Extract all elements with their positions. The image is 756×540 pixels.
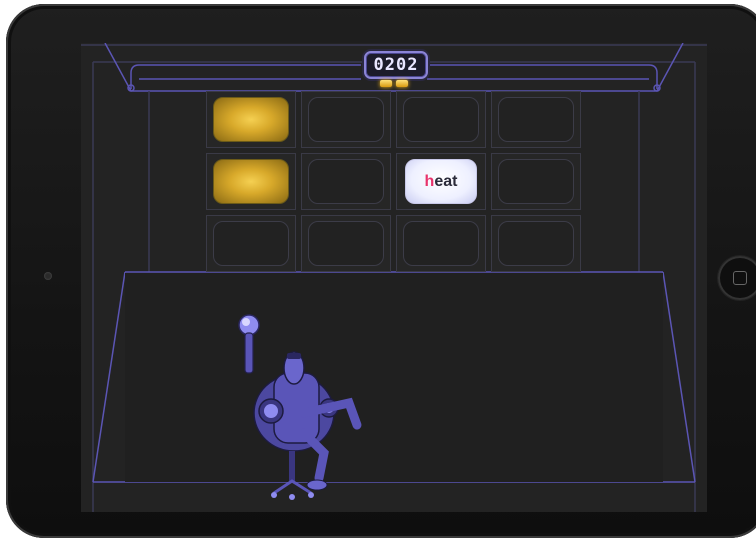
home-button[interactable]: [718, 256, 756, 300]
indicator-light: [380, 80, 392, 87]
tile-word[interactable]: h eat: [396, 153, 486, 210]
tile-grid: h eat: [206, 91, 581, 272]
tile-empty[interactable]: [491, 215, 581, 272]
indicator-light: [396, 80, 408, 87]
indicator-lights: [380, 80, 408, 87]
tile-empty[interactable]: [396, 91, 486, 148]
word-first-letter: h: [424, 172, 435, 190]
tile-empty[interactable]: [206, 215, 296, 272]
tile-empty[interactable]: [301, 91, 391, 148]
tile-empty[interactable]: [396, 215, 486, 272]
tile-gold[interactable]: [206, 153, 296, 210]
score-counter: 0202: [364, 51, 428, 79]
game-screen: 0202 h eat: [81, 43, 707, 512]
home-button-icon: [733, 271, 747, 285]
tile-gold[interactable]: [206, 91, 296, 148]
tile-empty[interactable]: [491, 153, 581, 210]
word-rest: eat: [434, 172, 458, 190]
tile-empty[interactable]: [491, 91, 581, 148]
tile-empty[interactable]: [301, 153, 391, 210]
tablet-frame: 0202 h eat: [6, 4, 756, 538]
tile-empty[interactable]: [301, 215, 391, 272]
front-camera: [44, 272, 52, 280]
